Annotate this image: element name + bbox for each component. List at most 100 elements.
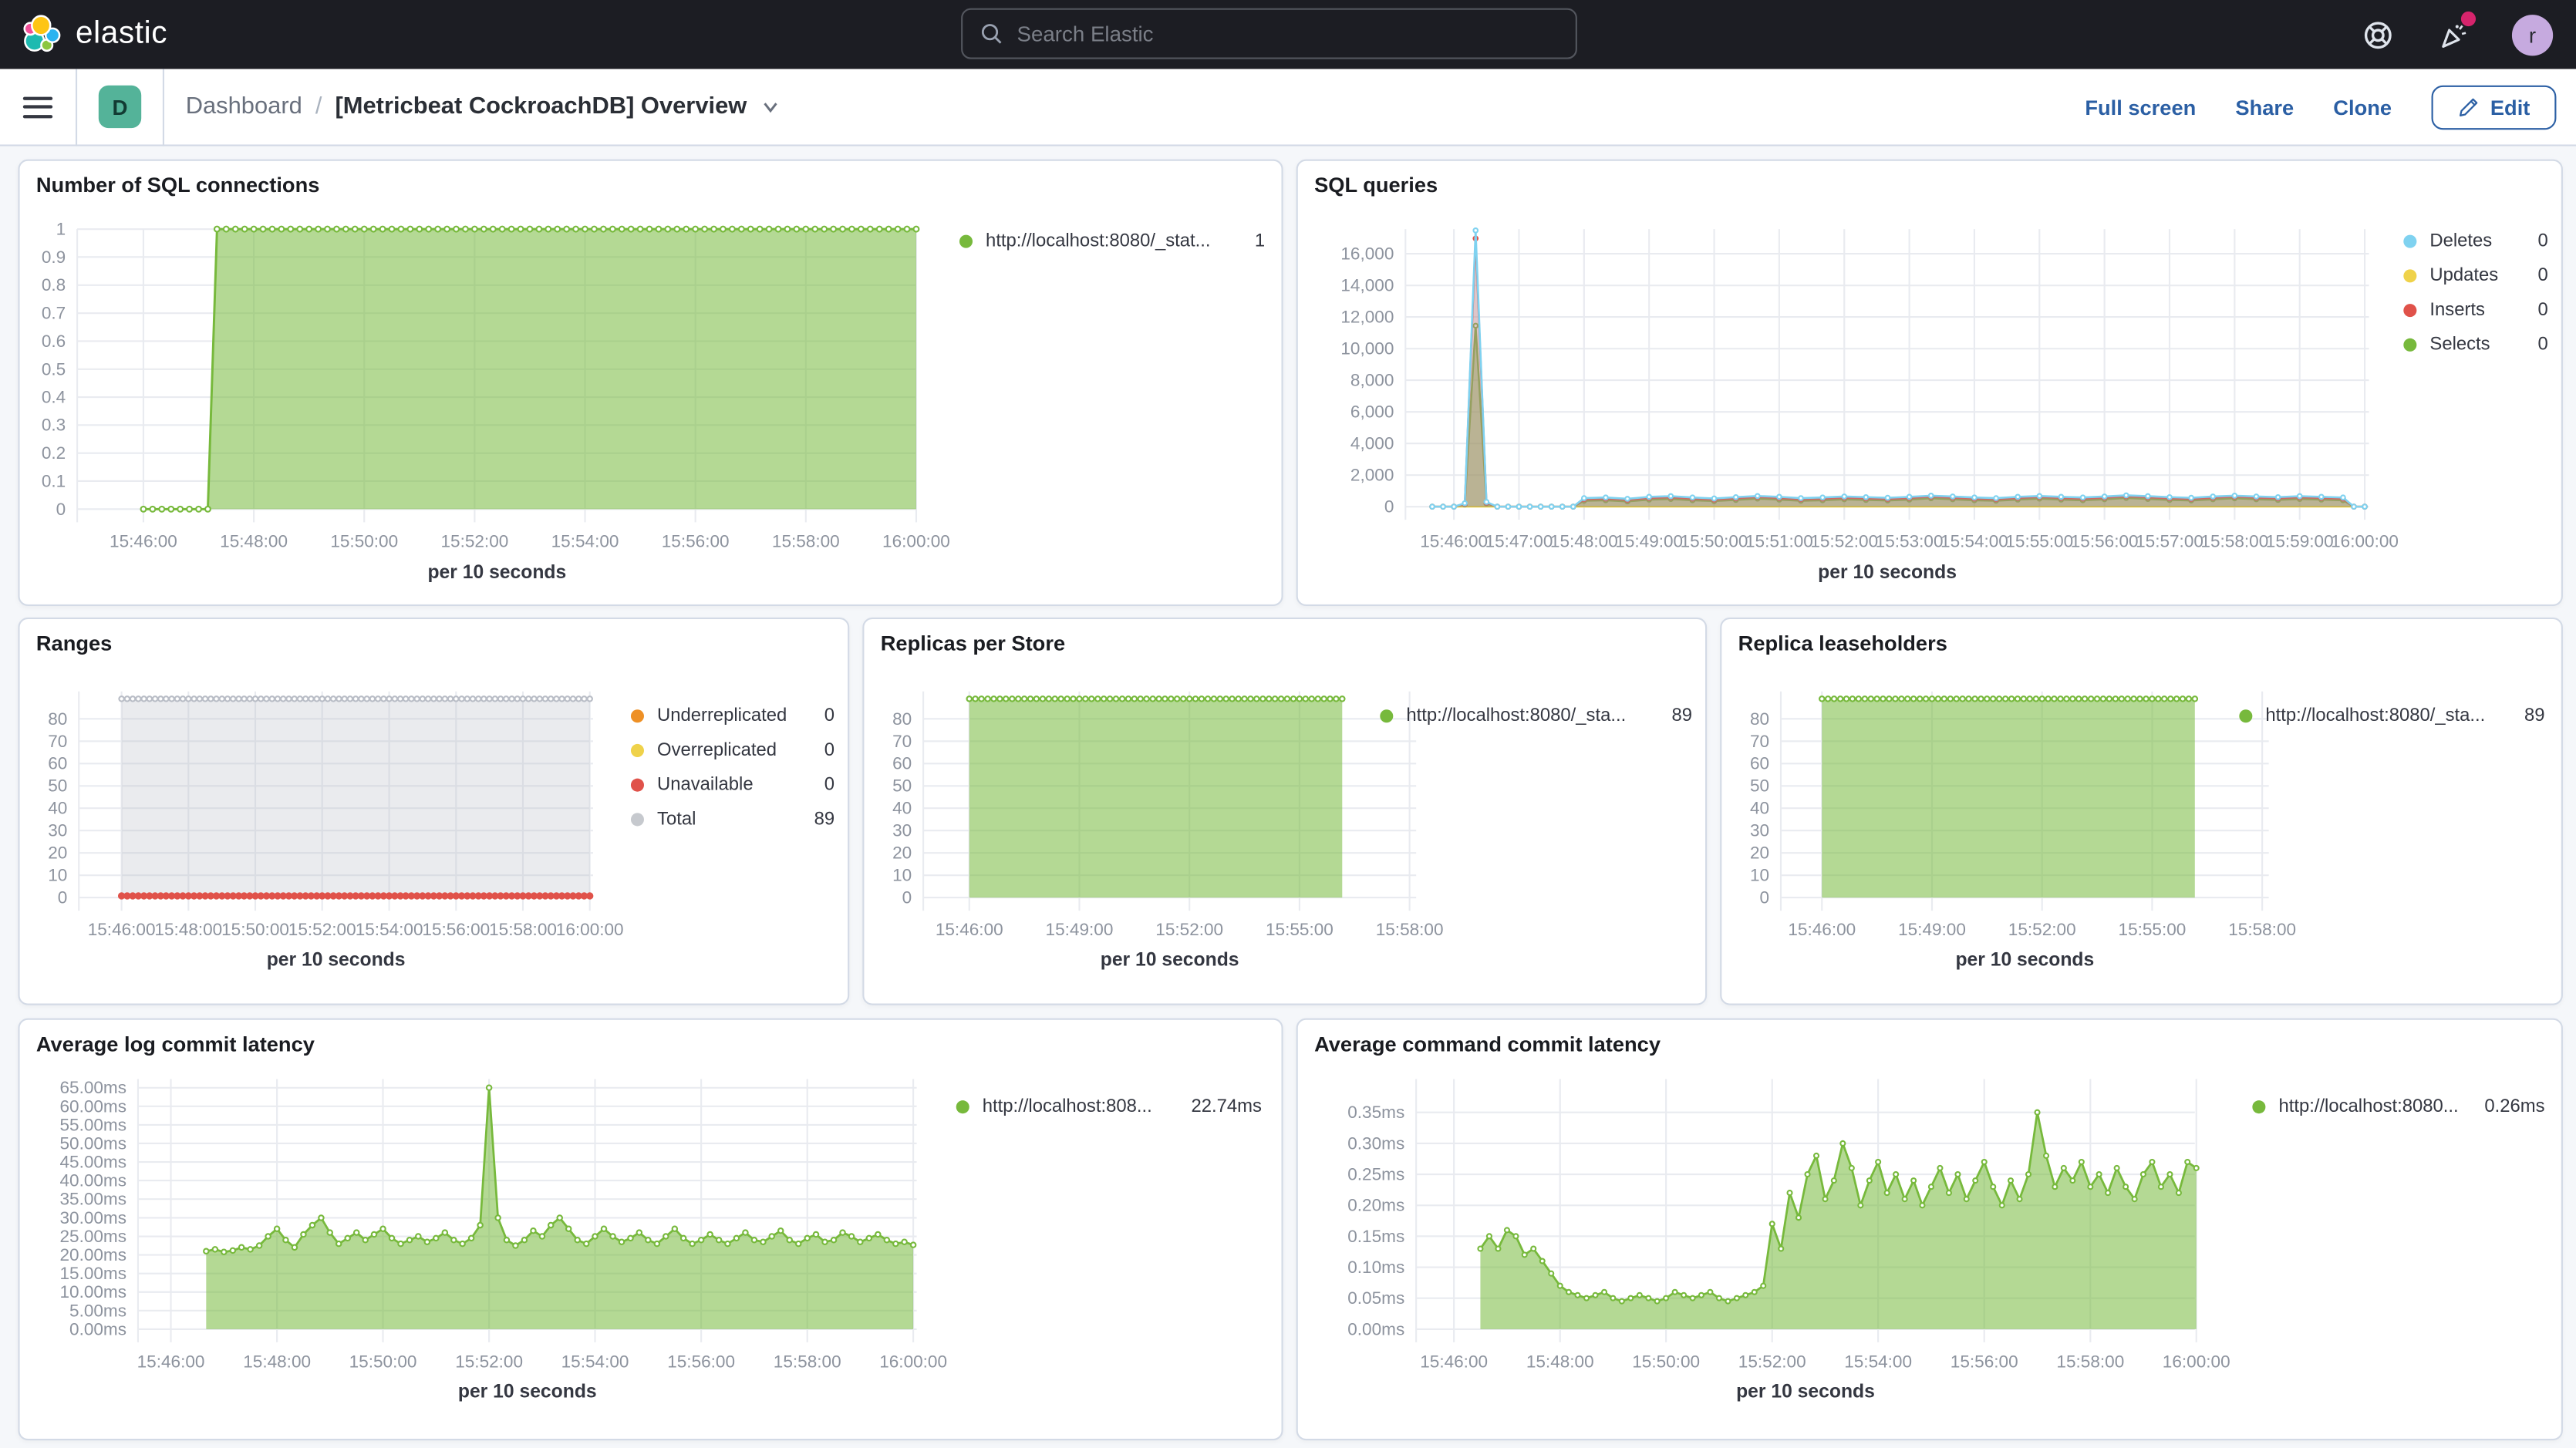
- legend-value: 89: [1671, 705, 1692, 726]
- replicas-per-store-chart[interactable]: 8070605040302010015:46:0015:49:0015:52:0…: [864, 619, 1705, 1003]
- help-button[interactable]: [2361, 18, 2394, 51]
- legend-dot-icon: [631, 812, 644, 825]
- legend-item[interactable]: Total89: [631, 807, 835, 831]
- breadcrumb-dashboard-link[interactable]: Dashboard: [186, 93, 302, 120]
- svg-text:15:57:00: 15:57:00: [2136, 531, 2203, 551]
- panel-command-commit-latency: 0.35ms0.30ms0.25ms0.20ms0.15ms0.10ms0.05…: [1296, 1019, 2563, 1440]
- svg-text:15:54:00: 15:54:00: [356, 920, 423, 939]
- breadcrumb-separator: /: [315, 93, 322, 120]
- svg-text:55.00ms: 55.00ms: [59, 1115, 126, 1134]
- dashboard-badge[interactable]: D: [99, 86, 141, 128]
- svg-text:30: 30: [892, 821, 912, 840]
- svg-text:15:56:00: 15:56:00: [667, 1352, 735, 1371]
- menu-button[interactable]: [23, 90, 52, 123]
- share-button[interactable]: Share: [2235, 94, 2294, 119]
- chart-legend: http://localhost:8080/_stat...1: [959, 228, 1265, 253]
- panel-replica-leaseholders: 8070605040302010015:46:0015:49:0015:52:0…: [1720, 618, 2563, 1005]
- clone-button[interactable]: Clone: [2333, 94, 2392, 119]
- svg-text:0: 0: [1760, 888, 1770, 908]
- legend-dot-icon: [956, 1099, 969, 1113]
- svg-text:15:59:00: 15:59:00: [2266, 531, 2334, 551]
- legend-item[interactable]: Unavailable0: [631, 772, 835, 796]
- legend-value: 0: [815, 740, 835, 760]
- chevron-down-icon: [760, 97, 780, 117]
- title-menu-button[interactable]: [760, 97, 780, 117]
- svg-text:15:52:00: 15:52:00: [288, 920, 356, 939]
- newsfeed-button[interactable]: [2436, 18, 2470, 51]
- panel-title: Ranges: [36, 631, 112, 655]
- log-commit-latency-chart[interactable]: 65.00ms60.00ms55.00ms50.00ms45.00ms40.00…: [20, 1020, 1282, 1439]
- elastic-brand[interactable]: elastic: [0, 13, 167, 56]
- user-avatar[interactable]: r: [2512, 14, 2553, 55]
- panel-title: Replicas per Store: [881, 631, 1065, 655]
- svg-text:60: 60: [48, 754, 67, 773]
- svg-text:25.00ms: 25.00ms: [59, 1227, 126, 1246]
- svg-text:15:55:00: 15:55:00: [2005, 531, 2073, 551]
- svg-text:15:50:00: 15:50:00: [349, 1352, 417, 1371]
- svg-text:16:00:00: 16:00:00: [2163, 1352, 2230, 1371]
- panel-replicas-per-store: 8070605040302010015:46:0015:49:0015:52:0…: [862, 618, 1707, 1005]
- svg-text:20: 20: [1750, 844, 1769, 863]
- svg-text:0.9: 0.9: [42, 248, 66, 267]
- legend-item[interactable]: Overreplicated0: [631, 737, 835, 762]
- replica-leaseholders-chart[interactable]: 8070605040302010015:46:0015:49:0015:52:0…: [1721, 619, 2561, 1003]
- legend-dot-icon: [2239, 709, 2252, 722]
- legend-dot-icon: [959, 234, 973, 248]
- chart-legend: http://localhost:8080/_sta...89: [2239, 703, 2544, 728]
- svg-text:10.00ms: 10.00ms: [59, 1282, 126, 1302]
- panel-title: SQL queries: [1314, 173, 1438, 197]
- legend-label: Updates: [2429, 265, 2515, 285]
- svg-text:0.25ms: 0.25ms: [1347, 1164, 1404, 1184]
- global-search[interactable]: [961, 8, 1577, 59]
- edit-button[interactable]: Edit: [2431, 85, 2556, 130]
- legend-value: 0: [2528, 334, 2548, 354]
- legend-dot-icon: [631, 709, 644, 722]
- edit-button-label: Edit: [2490, 94, 2530, 119]
- svg-text:0.10ms: 0.10ms: [1347, 1258, 1404, 1277]
- legend-item[interactable]: Deletes0: [2403, 228, 2547, 253]
- legend-item[interactable]: http://localhost:808...22.74ms: [956, 1094, 1262, 1119]
- sql-queries-chart[interactable]: 16,00014,00012,00010,0008,0006,0004,0002…: [1298, 161, 2561, 604]
- svg-text:60: 60: [892, 754, 912, 773]
- svg-text:0.05ms: 0.05ms: [1347, 1288, 1404, 1308]
- legend-item[interactable]: http://localhost:8080...0.26ms: [2252, 1094, 2544, 1119]
- legend-value: 0: [2528, 265, 2548, 285]
- svg-text:4,000: 4,000: [1350, 434, 1394, 453]
- legend-value: 0: [2528, 300, 2548, 320]
- legend-value: 0: [815, 705, 835, 726]
- svg-text:50: 50: [48, 776, 67, 796]
- chart-legend: http://localhost:8080...0.26ms: [2252, 1094, 2544, 1119]
- svg-text:0.15ms: 0.15ms: [1347, 1227, 1404, 1246]
- search-input[interactable]: [1017, 22, 1559, 46]
- svg-text:0.6: 0.6: [42, 332, 66, 351]
- svg-text:10: 10: [1750, 866, 1769, 885]
- legend-item[interactable]: http://localhost:8080/_stat...1: [959, 228, 1265, 253]
- panel-sql-queries: 16,00014,00012,00010,0008,0006,0004,0002…: [1296, 160, 2563, 606]
- svg-text:6,000: 6,000: [1350, 402, 1394, 422]
- svg-text:15:47:00: 15:47:00: [1485, 531, 1553, 551]
- legend-item[interactable]: Updates 0: [2403, 263, 2547, 288]
- svg-text:15:56:00: 15:56:00: [1951, 1352, 2018, 1371]
- svg-text:80: 80: [892, 709, 912, 729]
- toolbar: D Dashboard / [Metricbeat CockroachDB] O…: [0, 69, 2576, 146]
- legend-item[interactable]: http://localhost:8080/_sta...89: [2239, 703, 2544, 728]
- legend-item[interactable]: http://localhost:8080/_sta...89: [1380, 703, 1692, 728]
- legend-item[interactable]: Underreplicated0: [631, 703, 835, 728]
- svg-text:15:48:00: 15:48:00: [220, 531, 288, 551]
- sql-connections-chart[interactable]: 10.90.80.70.60.50.40.30.20.1015:46:0015:…: [20, 161, 1282, 604]
- svg-text:15:46:00: 15:46:00: [936, 920, 1003, 939]
- svg-text:16:00:00: 16:00:00: [879, 1352, 947, 1371]
- svg-text:0.2: 0.2: [42, 443, 66, 463]
- search-icon: [979, 22, 1004, 46]
- legend-item[interactable]: Inserts0: [2403, 298, 2547, 322]
- svg-text:15:54:00: 15:54:00: [1940, 531, 2008, 551]
- legend-dot-icon: [1380, 709, 1393, 722]
- legend-label: Selects: [2429, 334, 2515, 354]
- full-screen-button[interactable]: Full screen: [2085, 94, 2196, 119]
- svg-text:0.7: 0.7: [42, 304, 66, 323]
- svg-text:10,000: 10,000: [1340, 339, 1394, 359]
- legend-item[interactable]: Selects 0: [2403, 332, 2547, 356]
- svg-text:15:55:00: 15:55:00: [1266, 920, 1334, 939]
- legend-value: 89: [2524, 705, 2545, 726]
- command-commit-latency-chart[interactable]: 0.35ms0.30ms0.25ms0.20ms0.15ms0.10ms0.05…: [1298, 1020, 2561, 1439]
